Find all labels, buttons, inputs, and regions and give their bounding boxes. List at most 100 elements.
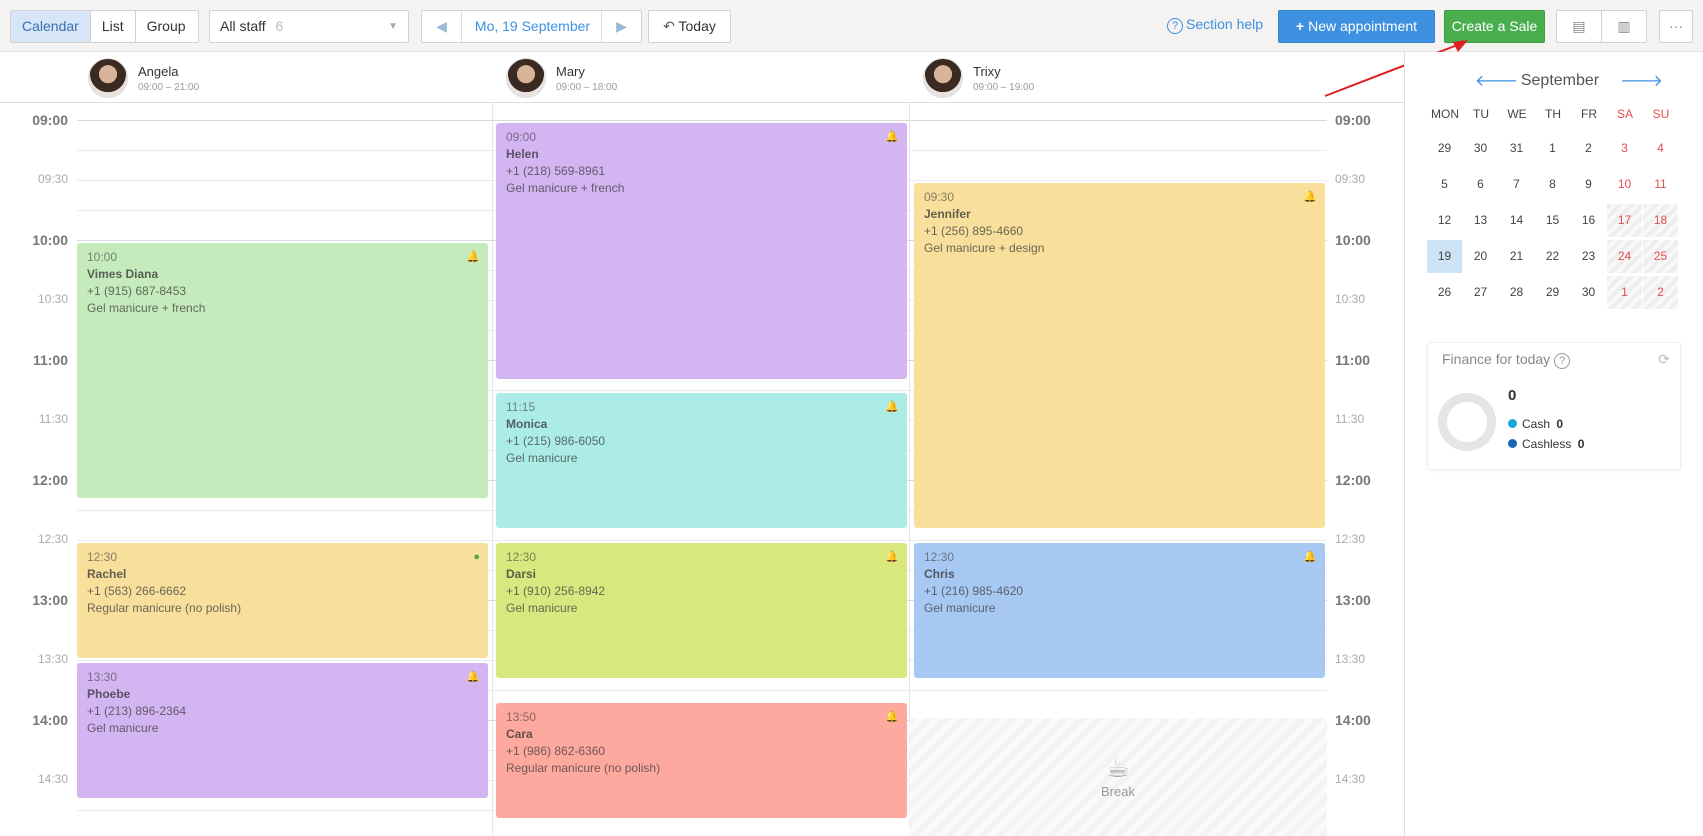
date-label[interactable]: Mo, 19 September — [462, 11, 603, 42]
time-label: 09:30 — [37, 172, 68, 186]
tab-group[interactable]: Group — [136, 11, 197, 42]
appointment-service: Gel manicure — [506, 451, 578, 465]
calendar-day[interactable]: 14 — [1499, 204, 1534, 237]
bell-icon: 🔔 — [885, 131, 899, 143]
weekday-header: SA — [1616, 107, 1633, 121]
time-label: 14:00 — [32, 712, 68, 728]
calendar-day[interactable]: 15 — [1535, 204, 1570, 237]
appointment-service: Gel manicure + french — [87, 301, 206, 315]
tab-calendar[interactable]: Calendar — [11, 11, 91, 42]
weekday-header: TH — [1545, 107, 1561, 121]
time-label: 09:00 — [32, 112, 68, 128]
calendar-day[interactable]: 27 — [1463, 276, 1498, 309]
finance-total: 0 — [1508, 387, 1517, 404]
calendar-day[interactable]: 17 — [1607, 204, 1642, 237]
time-label: 11:00 — [1335, 352, 1371, 368]
appointment-card[interactable]: 13:30 Phoebe +1 (213) 896-2364 Gel manicure… — [77, 663, 488, 798]
calendar-day[interactable]: 11 — [1643, 168, 1678, 201]
appointment-time: 10:00 — [87, 250, 118, 264]
time-label: 09:00 — [1335, 112, 1371, 128]
appointment-phone: +1 (256) 895-4660 — [924, 224, 1024, 238]
right-panel: 🡐 September 🡒 MON TU WE TH FR SA SU 29 30 31 1 2 3 4 5… — [1404, 52, 1703, 836]
calendar-day[interactable]: 5 — [1427, 168, 1462, 201]
appointment-service: Gel manicure + design — [924, 241, 1045, 255]
appointment-card[interactable]: 09:30 Jennifer +1 (256) 895-4660 Gel manicu… — [914, 183, 1325, 528]
calendar-day[interactable]: 24 — [1607, 240, 1642, 273]
time-label: 12:30 — [1335, 532, 1366, 546]
appointment-card[interactable]: 11:15 Monica +1 (215) 986-6050 Gel manicure… — [496, 393, 907, 528]
toolbar: Calendar List Group All staff 6 ▼ ◀ Mo, 19… — [0, 0, 1703, 52]
calendar-day[interactable]: 30 — [1571, 276, 1606, 309]
calendar-day[interactable]: 6 — [1463, 168, 1498, 201]
month-label: September — [1520, 72, 1600, 89]
weekday-header: WE — [1507, 107, 1527, 121]
calendar-day[interactable]: 31 — [1499, 132, 1534, 165]
calendar-day[interactable]: 29 — [1427, 132, 1462, 165]
section-help-link[interactable]: ? Section help — [1167, 16, 1263, 34]
tab-list[interactable]: List — [91, 11, 136, 42]
calendar-day[interactable]: 28 — [1499, 276, 1534, 309]
calendar-day[interactable]: 1 — [1607, 276, 1642, 309]
help-icon[interactable]: ? — [1554, 353, 1571, 369]
calendar-day[interactable]: 2 — [1571, 132, 1606, 165]
cash-stack-icon: ▥ — [1617, 18, 1631, 34]
calendar-day[interactable]: 26 — [1427, 276, 1462, 309]
weekday-header: SU — [1652, 107, 1670, 121]
staff-name: Angela — [138, 64, 179, 79]
calendar-day[interactable]: 25 — [1643, 240, 1678, 273]
calendar-day[interactable]: 1 — [1535, 132, 1570, 165]
calendar-day[interactable]: 13 — [1463, 204, 1498, 237]
refresh-icon[interactable]: ⟳ — [1658, 351, 1670, 368]
appointment-card[interactable]: 12:30 Chris +1 (216) 985-4620 Gel manicure 🔔 — [914, 543, 1325, 678]
calendar-day[interactable]: 20 — [1463, 240, 1498, 273]
break-block[interactable]: ☕ Break — [909, 718, 1327, 836]
calendar-day[interactable]: 3 — [1607, 132, 1642, 165]
calendar-day[interactable]: 7 — [1499, 168, 1534, 201]
staff-select[interactable]: All staff 6 ▼ — [209, 10, 409, 43]
calendar-day[interactable]: 18 — [1643, 204, 1678, 237]
cash-dot — [1508, 419, 1517, 428]
appointment-card[interactable]: 09:00 Helen +1 (218) 569-8961 Gel manicure … — [496, 123, 907, 379]
grid-line — [77, 120, 1327, 121]
calendar-day[interactable]: 23 — [1571, 240, 1606, 273]
calendar-day[interactable]: 9 — [1571, 168, 1606, 201]
cashless-value: 0 — [1577, 437, 1585, 451]
calendar-day[interactable]: 30 — [1463, 132, 1498, 165]
add-cash-button[interactable]: ▤ — [1556, 10, 1602, 43]
appointment-card[interactable]: 13:50 Cara +1 (986) 862-6360 Regular manicu… — [496, 703, 907, 818]
calendar-day[interactable]: 12 — [1427, 204, 1462, 237]
appointment-card[interactable]: 12:30 Darsi +1 (910) 256-8942 Gel manicure 🔔 — [496, 543, 907, 678]
appointment-card[interactable]: 12:30 Rachel +1 (563) 266-6662 Regular mani… — [77, 543, 488, 658]
cash-register-button[interactable]: ▥ — [1601, 10, 1647, 43]
next-day-button[interactable]: ▶ — [601, 11, 641, 42]
create-sale-button[interactable]: Create a Sale — [1444, 10, 1545, 43]
calendar-day[interactable]: 8 — [1535, 168, 1570, 201]
more-button[interactable]: ··· — [1659, 10, 1693, 43]
today-button[interactable]: ↶ Today — [648, 10, 731, 43]
appointment-client: Chris — [924, 567, 955, 581]
appointment-time: 13:30 — [87, 670, 118, 684]
new-appointment-button[interactable]: + New appointment — [1278, 10, 1435, 43]
time-label: 11:00 — [32, 352, 68, 368]
next-month-arrow-icon[interactable]: 🡒 — [1620, 70, 1663, 91]
calendar-day[interactable]: 21 — [1499, 240, 1534, 273]
time-label: 13:00 — [32, 592, 68, 608]
time-label: 14:30 — [1335, 772, 1366, 786]
calendar-day[interactable]: 19 — [1427, 240, 1462, 273]
calendar-day[interactable]: 4 — [1643, 132, 1678, 165]
appointment-card[interactable]: 10:00 Vimes Diana +1 (915) 687-8453 Gel man… — [77, 243, 488, 498]
calendar-day[interactable]: 29 — [1535, 276, 1570, 309]
time-label: 11:30 — [1335, 412, 1365, 426]
appointment-client: Cara — [506, 727, 533, 741]
calendar-day[interactable]: 2 — [1643, 276, 1678, 309]
new-appointment-label: New appointment — [1308, 18, 1418, 34]
staff-select-count: 6 — [275, 18, 284, 34]
prev-day-button[interactable]: ◀ — [422, 11, 462, 42]
chevron-down-icon: ▼ — [388, 21, 398, 32]
calendar-day[interactable]: 22 — [1535, 240, 1570, 273]
calendar-day[interactable]: 16 — [1571, 204, 1606, 237]
calendar-day[interactable]: 10 — [1607, 168, 1642, 201]
finance-widget: Finance for today? ⟳ 0 Cash 0 Cashless 0 — [1427, 342, 1681, 470]
schedule-grid[interactable]: 09:00 09:30 10:00 10:30 11:00 11:30 12:00 12:30… — [0, 103, 1404, 836]
weekday-header: FR — [1581, 107, 1597, 121]
